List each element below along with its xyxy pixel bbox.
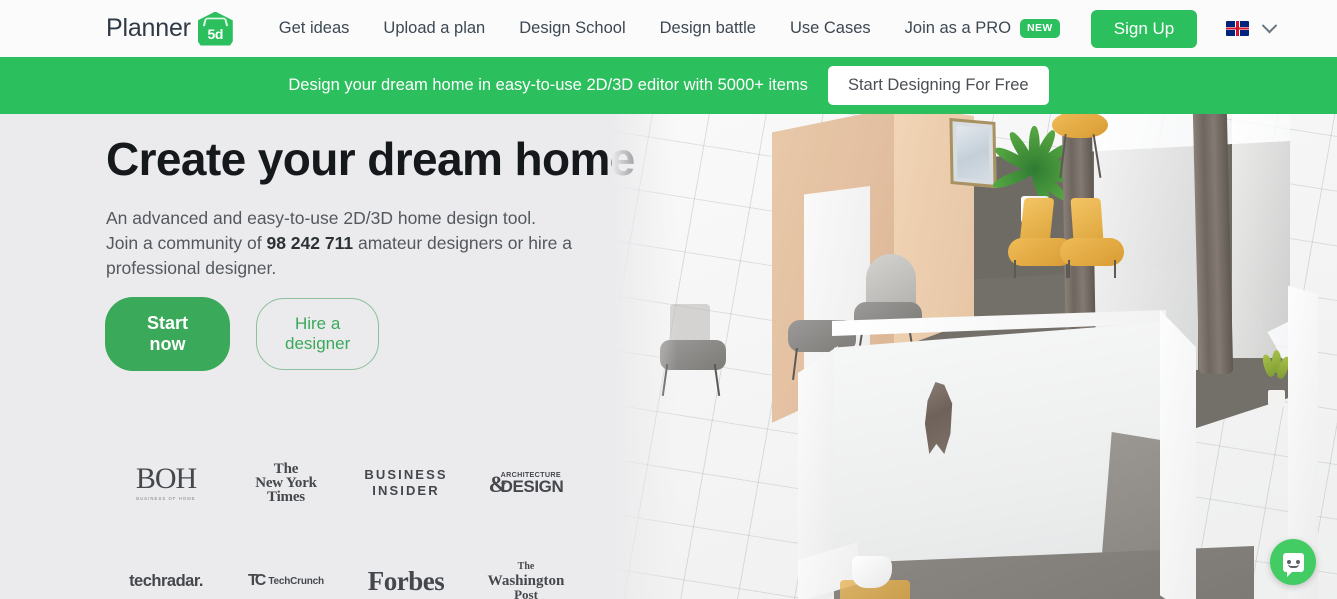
press-logos: BOH BUSINESS OF HOME The New York Times … xyxy=(106,434,606,599)
nyt-line-3: Times xyxy=(267,489,305,505)
nav-upload-a-plan[interactable]: Upload a plan xyxy=(366,19,502,38)
architecture-and-design-logo[interactable]: & ARCHITECTURE DESIGN xyxy=(466,471,586,497)
wapo-line-2: Washington xyxy=(487,573,565,589)
nav-design-battle[interactable]: Design battle xyxy=(643,19,773,38)
render-hall-wall-right xyxy=(1160,310,1196,599)
chevron-down-icon xyxy=(1261,17,1278,34)
hero-cta-row: Start now Hire a designer xyxy=(105,297,380,371)
render-mini-plant xyxy=(1260,350,1292,408)
techcrunch-logo[interactable]: TC TechCrunch xyxy=(226,572,346,590)
chat-icon-eye-left xyxy=(1286,559,1291,564)
render-curtain-right xyxy=(1192,114,1234,374)
nav-get-ideas[interactable]: Get ideas xyxy=(262,19,367,38)
site-header: Planner 5d Get ideas Upload a plan Desig… xyxy=(0,0,1337,57)
chat-widget-button[interactable] xyxy=(1270,539,1316,585)
business-insider-logo[interactable]: BUSINESS INSIDER xyxy=(346,467,466,499)
techradar-logo-text: techradar. xyxy=(129,571,203,590)
main-nav: Get ideas Upload a plan Design School De… xyxy=(262,19,1071,38)
start-now-button[interactable]: Start now xyxy=(105,297,231,371)
boh-logo-sub: BUSINESS OF HOME xyxy=(136,496,196,502)
wapo-line-1: The xyxy=(517,561,535,572)
nav-join-as-a-pro[interactable]: Join as a PRO NEW xyxy=(888,19,1071,38)
render-bar-stool xyxy=(1052,114,1110,178)
render-chair-grey-left xyxy=(660,304,734,396)
nav-use-cases[interactable]: Use Cases xyxy=(773,19,888,38)
boh-logo-main: BOH xyxy=(135,462,197,496)
community-count: 98 242 711 xyxy=(266,233,354,253)
architecture-design-bottom: DESIGN xyxy=(500,477,564,497)
new-york-times-logo[interactable]: The New York Times xyxy=(226,462,346,505)
techcrunch-mark: TC xyxy=(248,572,266,589)
render-white-stool xyxy=(852,556,892,588)
press-logo-row-2: techradar. TC TechCrunch Forbes The Wash… xyxy=(106,532,606,599)
sign-up-button[interactable]: Sign Up xyxy=(1090,9,1198,48)
promo-banner-text: Design your dream home in easy-to-use 2D… xyxy=(288,76,808,94)
logo-badge-text: 5d xyxy=(207,25,224,42)
business-insider-line-1: BUSINESS xyxy=(364,467,448,482)
uk-flag-icon xyxy=(1226,21,1250,36)
boh-logo[interactable]: BOH BUSINESS OF HOME xyxy=(106,464,226,501)
new-badge: NEW xyxy=(1020,19,1060,38)
promo-banner: Design your dream home in easy-to-use 2D… xyxy=(0,57,1337,114)
ampersand-icon: & xyxy=(488,471,508,497)
techcrunch-word: TechCrunch xyxy=(268,575,324,587)
render-chair-yellow-right xyxy=(1060,198,1130,278)
render-sheer-curtain-2 xyxy=(1232,114,1290,358)
hero-3d-render-image xyxy=(612,114,1337,599)
techradar-logo[interactable]: techradar. xyxy=(106,572,226,591)
render-picture-canvas xyxy=(956,125,990,181)
house-roof-line xyxy=(202,17,228,26)
hire-a-designer-button[interactable]: Hire a designer xyxy=(256,298,380,370)
hero-subtitle: An advanced and easy-to-use 2D/3D home d… xyxy=(106,206,626,281)
render-lounge-chair xyxy=(852,254,932,354)
nav-design-school[interactable]: Design School xyxy=(502,19,642,38)
business-insider-line-2: INSIDER xyxy=(372,483,440,498)
washington-post-logo[interactable]: The Washington Post xyxy=(466,560,586,599)
forbes-logo-text: Forbes xyxy=(367,565,445,596)
press-logo-row-1: BOH BUSINESS OF HOME The New York Times … xyxy=(106,434,606,532)
chat-icon-mouth xyxy=(1287,564,1299,568)
start-designing-for-free-button[interactable]: Start Designing For Free xyxy=(827,66,1049,105)
logo-word: Planner xyxy=(106,14,191,42)
wapo-line-3: Post xyxy=(514,587,538,599)
hero-subtitle-line1: An advanced and easy-to-use 2D/3D home d… xyxy=(106,208,536,228)
hero-section: Create your dream home An advanced and e… xyxy=(0,114,1337,599)
page-root: Planner 5d Get ideas Upload a plan Desig… xyxy=(0,0,1337,599)
forbes-logo[interactable]: Forbes xyxy=(346,566,466,597)
chat-icon-eye-right xyxy=(1295,559,1300,564)
house-icon: 5d xyxy=(197,11,233,46)
page-title: Create your dream home xyxy=(106,133,635,185)
logo[interactable]: Planner 5d xyxy=(106,11,233,46)
chat-bubble-icon xyxy=(1282,552,1304,577)
nav-join-as-a-pro-label: Join as a PRO xyxy=(904,19,1012,37)
hero-subtitle-line2-pre: Join a community of xyxy=(106,233,267,253)
language-selector[interactable] xyxy=(1226,17,1278,36)
